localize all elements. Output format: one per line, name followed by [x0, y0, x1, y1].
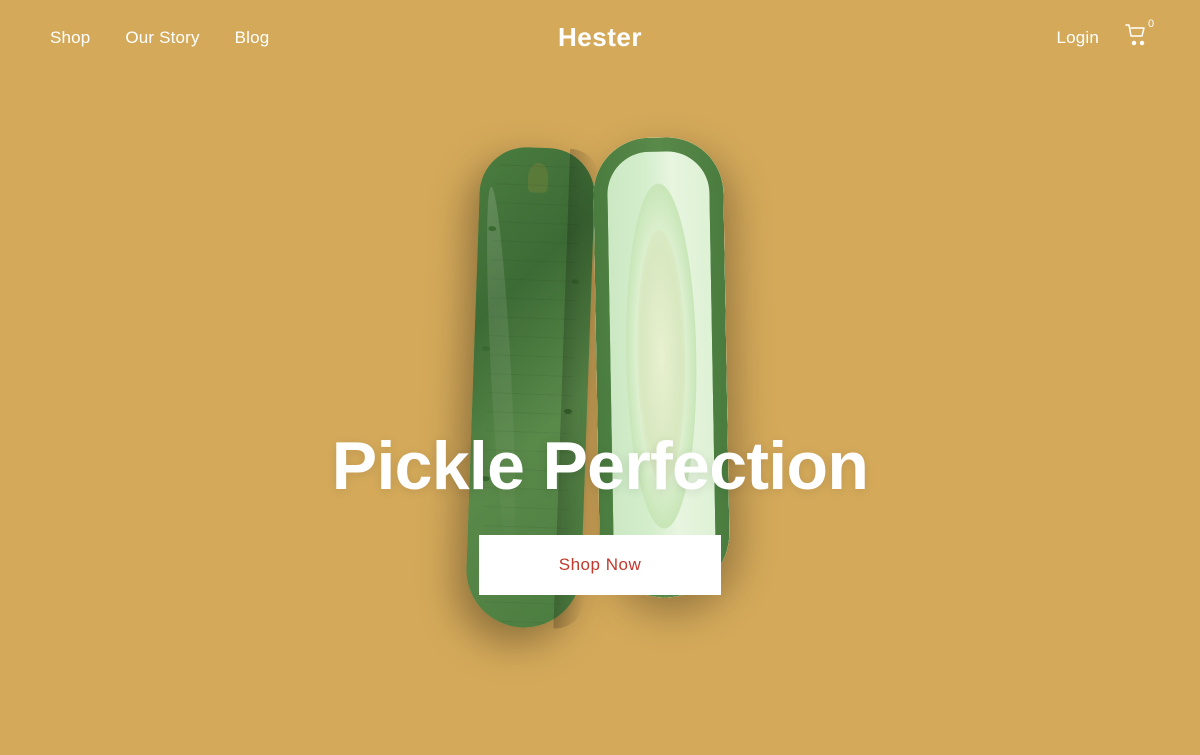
seed — [662, 262, 667, 269]
nav-shop-link[interactable]: Shop — [50, 28, 90, 48]
seed — [668, 327, 673, 334]
seed — [652, 262, 657, 269]
seed — [663, 288, 668, 295]
cart-button[interactable]: 0 — [1124, 24, 1150, 51]
seed — [648, 301, 653, 308]
seed-row — [654, 340, 669, 347]
seed-row — [653, 314, 668, 321]
seed — [648, 327, 653, 334]
seed — [657, 275, 662, 282]
seed — [653, 288, 658, 295]
page-wrapper: Shop Our Story Blog Hester Login 0 Pickl… — [0, 0, 1200, 755]
seed — [659, 379, 664, 386]
seed-row — [653, 288, 668, 295]
seed — [649, 353, 654, 360]
seed-row — [652, 262, 667, 269]
nav-right: Login 0 — [1057, 24, 1150, 51]
cart-badge: 0 — [1144, 18, 1158, 30]
seed — [669, 379, 674, 386]
seed-row — [648, 301, 673, 308]
hero-content: Pickle Perfection Shop Now — [0, 427, 1200, 595]
nav-blog-link[interactable]: Blog — [235, 28, 270, 48]
seed — [649, 379, 654, 386]
seed — [659, 353, 664, 360]
seed — [658, 301, 663, 308]
seed — [653, 314, 658, 321]
seed — [658, 327, 663, 334]
seed-row — [649, 379, 674, 386]
cucumber-bump — [564, 408, 572, 413]
seed — [654, 366, 659, 373]
seed — [668, 301, 673, 308]
seed — [667, 275, 672, 282]
nav-our-story-link[interactable]: Our Story — [125, 28, 199, 48]
cucumber-bump — [488, 226, 496, 231]
seed-row — [654, 366, 669, 373]
seed — [663, 314, 668, 321]
shop-now-button[interactable]: Shop Now — [479, 535, 722, 595]
cucumber-bump — [482, 345, 490, 350]
seed-row — [647, 275, 672, 282]
seed-row — [648, 327, 673, 334]
seed-row — [649, 353, 674, 360]
seed — [669, 353, 674, 360]
seed — [664, 340, 669, 347]
site-title[interactable]: Hester — [558, 22, 642, 52]
nav-left: Shop Our Story Blog — [50, 28, 1057, 48]
seed — [664, 366, 669, 373]
seed — [654, 340, 659, 347]
seed — [647, 275, 652, 282]
nav-login-link[interactable]: Login — [1057, 28, 1099, 48]
hero-title: Pickle Perfection — [332, 427, 868, 505]
nav-center: Hester — [558, 22, 642, 53]
navbar: Shop Our Story Blog Hester Login 0 — [0, 0, 1200, 75]
